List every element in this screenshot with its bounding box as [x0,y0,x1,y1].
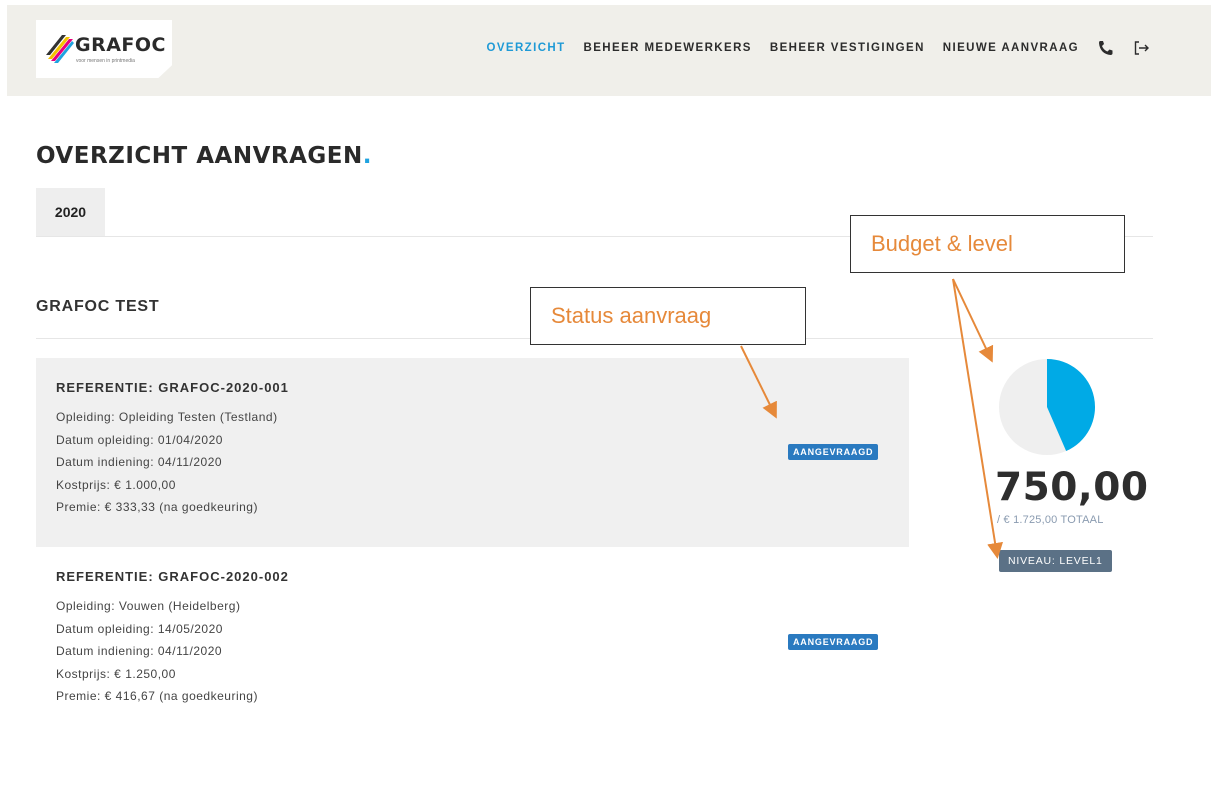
page-title: OVERZICHT AANVRAGEN. [36,143,372,169]
status-badge: AANGEVRAAGD [788,634,879,650]
logo-tagline: voor mensen in printmedia [76,58,135,64]
logo-wordmark: GRAFOC [75,34,167,56]
request-cost: Kostprijs: € 1.250,00 [56,666,176,681]
request-training: Opleiding: Opleiding Testen (Testland) [56,410,278,424]
request-submit-date: Datum indiening: 04/11/2020 [56,455,223,469]
nav-beheer-medewerkers[interactable]: BEHEER MEDEWERKERS [584,42,752,54]
budget-total: / € 1.725,00 TOTAAL [997,514,1104,526]
request-premium: Premie: € 333,33 (na goedkeuring) [56,500,258,514]
main-nav: OVERZICHT BEHEER MEDEWERKERS BEHEER VEST… [486,40,1151,56]
request-reference: REFERENTIE: GRAFOC-2020-002 [56,569,289,584]
phone-icon[interactable] [1097,40,1115,56]
request-cost: Kostprijs: € 1.000,00 [56,477,176,492]
status-badge: AANGEVRAAGD [788,444,879,460]
request-reference: REFERENTIE: GRAFOC-2020-001 [56,380,289,395]
page-title-text: OVERZICHT AANVRAGEN [36,143,363,169]
level-badge: NIVEAU: LEVEL1 [999,550,1112,572]
arrow-to-level [952,278,1004,559]
page-title-dot: . [362,143,372,169]
nav-overzicht[interactable]: OVERZICHT [486,42,565,54]
annotation-budget: Budget & level [850,215,1125,273]
budget-pie-chart [999,359,1096,455]
request-submit-date: Datum indiening: 04/11/2020 [56,644,223,658]
app-frame: GRAFOC voor mensen in printmedia OVERZIC… [7,5,1211,805]
nav-beheer-vestigingen[interactable]: BEHEER VESTIGINGEN [770,42,925,54]
request-card: REFERENTIE: GRAFOC-2020-002 Opleiding: V… [36,547,909,727]
request-training: Opleiding: Vouwen (Heidelberg) [56,599,241,613]
annotation-status: Status aanvraag [530,287,806,345]
budget-amount: 750,00 [995,465,1149,510]
request-premium: Premie: € 416,67 (na goedkeuring) [56,689,258,703]
arrow-to-pie [952,278,994,363]
logout-icon[interactable] [1133,40,1151,56]
logo-stripes-icon [46,35,74,63]
nav-nieuwe-aanvraag[interactable]: NIEUWE AANVRAAG [943,42,1079,54]
company-name: GRAFOC TEST [36,298,160,315]
request-card: REFERENTIE: GRAFOC-2020-001 Opleiding: O… [36,358,909,547]
request-training-date: Datum opleiding: 14/05/2020 [56,621,223,636]
top-header: GRAFOC voor mensen in printmedia OVERZIC… [7,5,1211,96]
tab-2020[interactable]: 2020 [36,188,105,236]
request-training-date: Datum opleiding: 01/04/2020 [56,432,223,447]
grafoc-logo[interactable]: GRAFOC voor mensen in printmedia [36,20,172,78]
